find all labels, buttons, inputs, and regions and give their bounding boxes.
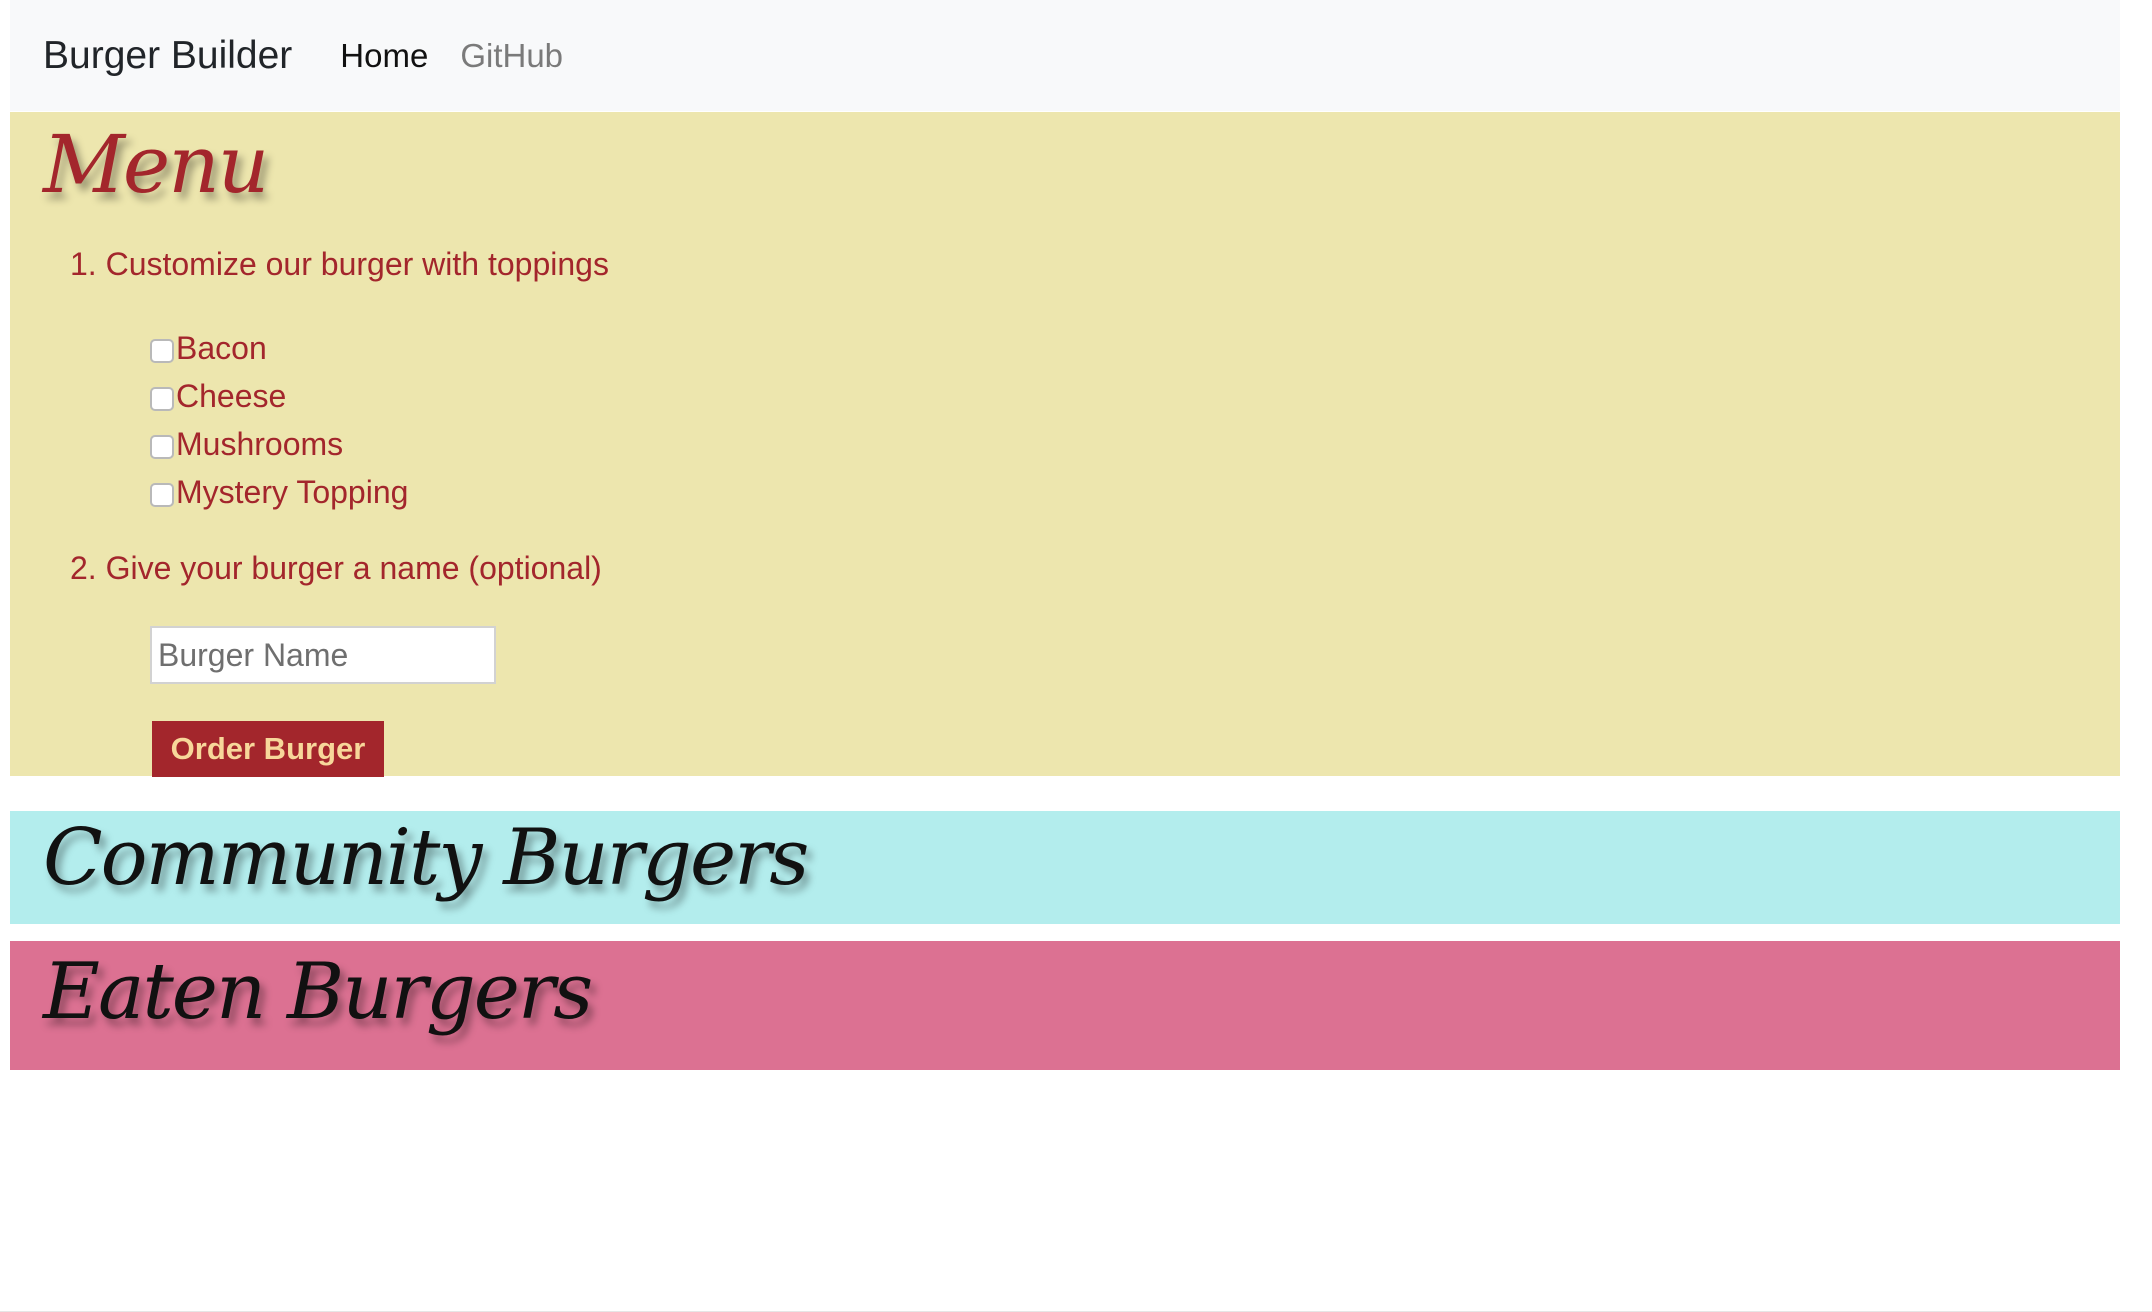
- topping-label[interactable]: Cheese: [176, 378, 286, 415]
- community-burgers-section: Community Burgers: [10, 811, 2120, 924]
- mushrooms-checkbox[interactable]: [150, 435, 174, 459]
- community-burgers-title: Community Burgers: [43, 813, 809, 903]
- eaten-burgers-title: Eaten Burgers: [43, 947, 593, 1037]
- topping-item-mushrooms[interactable]: Mushrooms: [150, 420, 408, 468]
- eaten-burgers-section: Eaten Burgers: [10, 941, 2120, 1070]
- navbar: Burger Builder Home GitHub: [10, 0, 2120, 111]
- navbar-brand[interactable]: Burger Builder: [43, 34, 292, 78]
- menu-section: Menu 1. Customize our burger with toppin…: [10, 112, 2120, 777]
- nav-link-github[interactable]: GitHub: [460, 37, 563, 75]
- cheese-checkbox[interactable]: [150, 387, 174, 411]
- step-2-label: 2. Give your burger a name (optional): [70, 550, 602, 586]
- topping-label[interactable]: Mystery Topping: [176, 474, 408, 511]
- toppings-list: Bacon Cheese Mushrooms Mystery Topping: [150, 324, 408, 516]
- mystery-topping-checkbox[interactable]: [150, 483, 174, 507]
- topping-label[interactable]: Mushrooms: [176, 426, 343, 463]
- bacon-checkbox[interactable]: [150, 339, 174, 363]
- burger-name-input[interactable]: [150, 626, 496, 684]
- menu-title: Menu: [43, 118, 269, 211]
- nav-link-home[interactable]: Home: [340, 37, 428, 75]
- topping-item-bacon[interactable]: Bacon: [150, 324, 408, 372]
- step-1-label: 1. Customize our burger with toppings: [70, 246, 609, 282]
- topping-item-cheese[interactable]: Cheese: [150, 372, 408, 420]
- topping-label[interactable]: Bacon: [176, 330, 267, 367]
- page: Burger Builder Home GitHub Menu 1. Custo…: [0, 0, 2152, 1312]
- order-burger-button[interactable]: Order Burger: [152, 721, 384, 777]
- topping-item-mystery[interactable]: Mystery Topping: [150, 468, 408, 516]
